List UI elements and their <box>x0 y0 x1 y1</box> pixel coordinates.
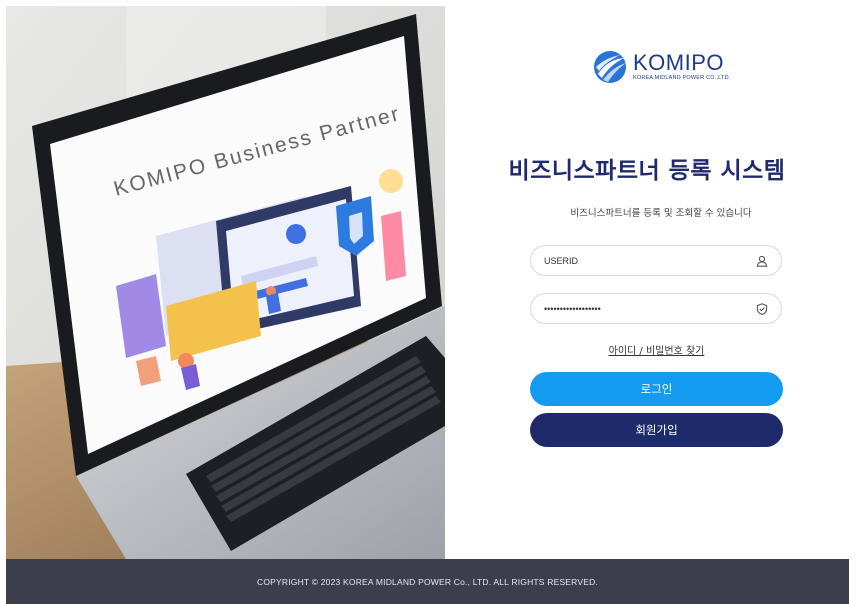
login-button[interactable]: 로그인 <box>530 372 783 406</box>
komipo-logo-icon <box>594 51 626 83</box>
logo-name: KOMIPO <box>633 50 725 76</box>
page-subtitle: 비즈니스파트너를 등록 및 조회할 수 있습니다 <box>570 208 752 219</box>
hero-image: KOMIPO Business Partner <box>6 6 445 559</box>
password-field[interactable] <box>530 293 782 324</box>
logo-subtitle: KOREA MIDLAND POWER CO.,LTD. <box>633 75 731 82</box>
komipo-logo: KOMIPO KOREA MIDLAND POWER CO.,LTD. <box>593 50 730 84</box>
userid-input[interactable] <box>544 255 724 266</box>
login-panel: KOMIPO KOREA MIDLAND POWER CO.,LTD. 비즈니스… <box>445 6 849 559</box>
shield-icon <box>755 302 769 316</box>
user-icon <box>755 254 769 268</box>
find-id-password-link[interactable]: 아이디 / 비밀번호 찾기 <box>445 342 855 357</box>
signup-button[interactable]: 회원가입 <box>530 413 783 447</box>
page-title: 비즈니스파트너 등록 시스템 <box>508 158 786 184</box>
password-input[interactable] <box>544 303 724 314</box>
userid-field[interactable] <box>530 245 782 276</box>
footer-copyright: COPYRIGHT © 2023 KOREA MIDLAND POWER Co.… <box>6 559 849 604</box>
